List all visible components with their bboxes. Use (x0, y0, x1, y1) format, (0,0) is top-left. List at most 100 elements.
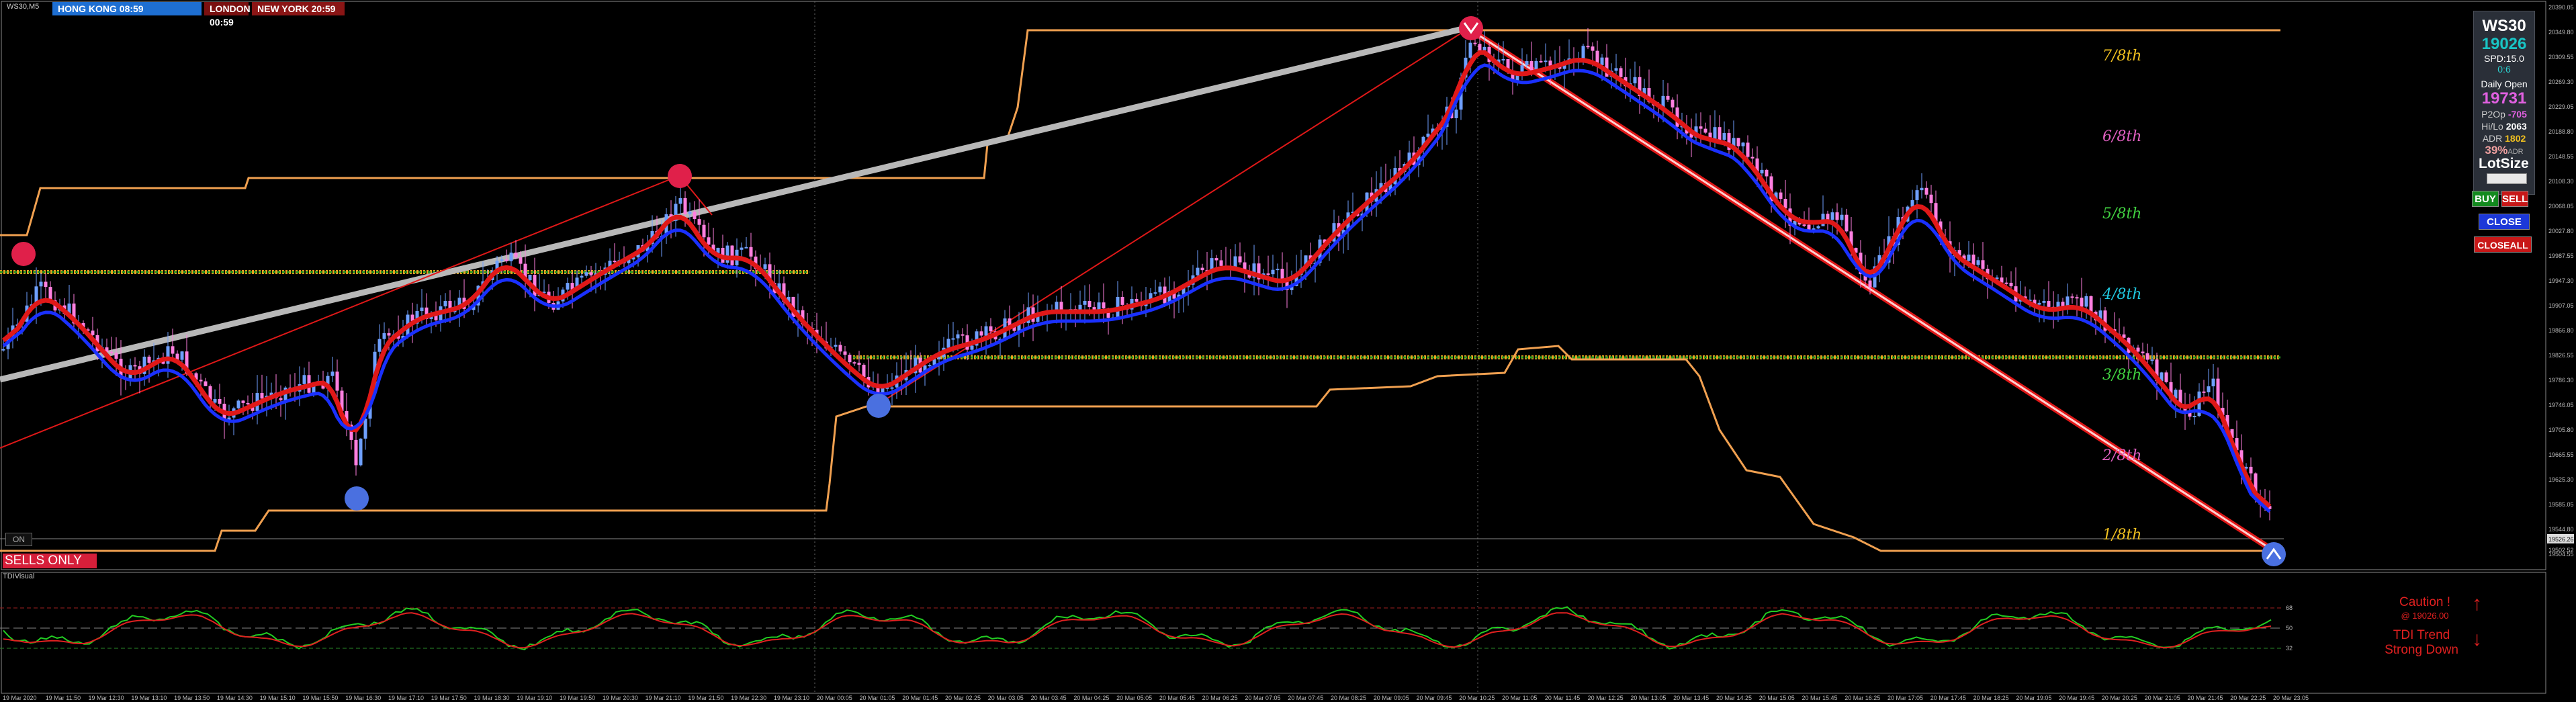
tdi-axis-tick: 32 (2286, 645, 2293, 652)
time-axis-tick: 19 Mar 17:50 (431, 695, 467, 701)
price-axis-tick: 19625.30 (2548, 476, 2574, 483)
time-axis-tick: 20 Mar 21:45 (2187, 695, 2223, 701)
candle-body (1276, 269, 1280, 271)
tdi-indicator-label: TDIVisual (3, 572, 35, 580)
candle-body (1544, 60, 1548, 62)
candle-body (1835, 212, 1839, 220)
candle-body (1760, 169, 1764, 174)
panel-spread: SPD:15.0 (2484, 53, 2524, 64)
candle-body (1233, 256, 1237, 267)
candle-body (613, 261, 617, 263)
candle-body (697, 219, 701, 225)
time-axis-tick: 20 Mar 17:05 (1887, 695, 1923, 701)
candle-body (1671, 99, 1675, 107)
price-axis-tick: 20390.05 (2548, 4, 2574, 11)
candle-body (218, 398, 222, 404)
candle-body (956, 334, 960, 339)
hilo-label: Hi/Lo (2481, 121, 2503, 132)
candle-body (1214, 258, 1218, 261)
panel-zero: 0:6 (2497, 64, 2511, 75)
level-label: 3/8th (2102, 367, 2141, 384)
candle-body (1087, 300, 1092, 308)
close-button[interactable]: CLOSE (2479, 214, 2530, 230)
time-axis-tick: 20 Mar 22:25 (2230, 695, 2266, 701)
price-axis-tick: 19665.55 (2548, 451, 2574, 458)
candle-body (1102, 302, 1106, 309)
time-axis-tick: 20 Mar 15:45 (1802, 695, 1837, 701)
hilo-value: 2063 (2505, 121, 2527, 132)
price-axis-tick: 19585.05 (2548, 501, 2574, 508)
swing-low-marker[interactable] (345, 486, 369, 511)
candle-body (702, 224, 706, 238)
swing-high-marker[interactable] (11, 242, 36, 266)
tdi-trend-alert: TDI Trend Strong Down (2381, 628, 2462, 658)
candle-body (589, 272, 593, 275)
sells-only-banner: SELLS ONLY (3, 554, 97, 568)
time-axis-tick: 19 Mar 15:50 (302, 695, 338, 701)
candle-body (1454, 109, 1458, 119)
candle-body (241, 400, 245, 403)
price-axis-tick: 19987.55 (2548, 253, 2574, 259)
price-chart[interactable]: 7/8th 6/8th 5/8th 4/8th 3/8th 2/8th 1/8th 2039… (0, 0, 2576, 702)
candle-body (1482, 46, 1486, 51)
price-axis-tick: 20309.55 (2548, 54, 2574, 60)
time-axis-tick: 19 Mar 21:10 (646, 695, 681, 701)
caution-title: Caution ! (2399, 595, 2451, 609)
time-axis-tick: 20 Mar 09:05 (1374, 695, 1409, 701)
swing-low-marker[interactable] (2262, 542, 2286, 566)
candle-body (1976, 260, 1980, 265)
candle-body (133, 365, 137, 367)
adr-suffix: ADR (2507, 148, 2524, 156)
price-axis-tick: 20349.80 (2548, 29, 2574, 36)
candle-body (330, 371, 335, 376)
candle-body (2202, 391, 2206, 393)
price-axis-tick: 20027.80 (2548, 228, 2574, 234)
candle-body (848, 355, 852, 363)
daily-open-label: Daily Open (2481, 79, 2528, 89)
level-label: 6/8th (2102, 128, 2141, 145)
candle-body (970, 345, 974, 350)
time-axis-tick: 19 Mar 18:30 (474, 695, 510, 701)
candle-body (91, 331, 95, 335)
candle-body (890, 387, 894, 389)
level-label: 7/8th (2102, 48, 2141, 64)
price-axis-tick: 20068.05 (2548, 203, 2574, 210)
time-axis-tick: 20 Mar 18:25 (1973, 695, 2009, 701)
candle-body (979, 331, 983, 336)
candle-body (500, 259, 504, 261)
tdi-trend-title: TDI Trend (2393, 628, 2450, 642)
candle-body (39, 281, 43, 287)
candle-body (1083, 300, 1087, 305)
sell-button[interactable]: SELL (2501, 191, 2528, 207)
swing-high-marker[interactable] (1459, 16, 1483, 40)
candle-body (928, 365, 932, 367)
time-axis-tick: 19 Mar 11:50 (46, 695, 81, 701)
candle-body (1722, 133, 1726, 140)
time-axis-tick: 19 Mar 12:30 (89, 695, 124, 701)
closeall-button[interactable]: CLOSEALL (2474, 236, 2532, 253)
candle-body (1816, 226, 1820, 229)
candle-body (2080, 298, 2084, 307)
candle-body (2211, 378, 2215, 387)
price-axis-tick: 20269.30 (2548, 79, 2574, 85)
candle-body (678, 198, 682, 204)
candle-body (946, 339, 950, 348)
time-axis-tick: 20 Mar 21:05 (2145, 695, 2180, 701)
lotsize-input[interactable] (2487, 173, 2527, 184)
candle-body (989, 326, 993, 332)
candle-body (2145, 353, 2149, 360)
buy-button[interactable]: BUY (2472, 191, 2499, 207)
panel-symbol: WS30 (2482, 17, 2526, 35)
candle-body (1807, 224, 1811, 230)
swing-low-marker[interactable] (867, 394, 891, 418)
time-axis-tick: 20 Mar 07:45 (1288, 695, 1323, 701)
lotsize-label: LotSize (2479, 156, 2529, 171)
level-label: 2/8th (2102, 447, 2141, 464)
candle-body (984, 326, 988, 336)
candle-body (420, 307, 424, 312)
time-axis-tick: 19 Mar 19:10 (517, 695, 552, 701)
swing-high-marker[interactable] (668, 164, 692, 188)
candle-body (363, 419, 367, 439)
on-toggle-button[interactable]: ON (5, 533, 32, 546)
candle-body (1981, 260, 1985, 269)
